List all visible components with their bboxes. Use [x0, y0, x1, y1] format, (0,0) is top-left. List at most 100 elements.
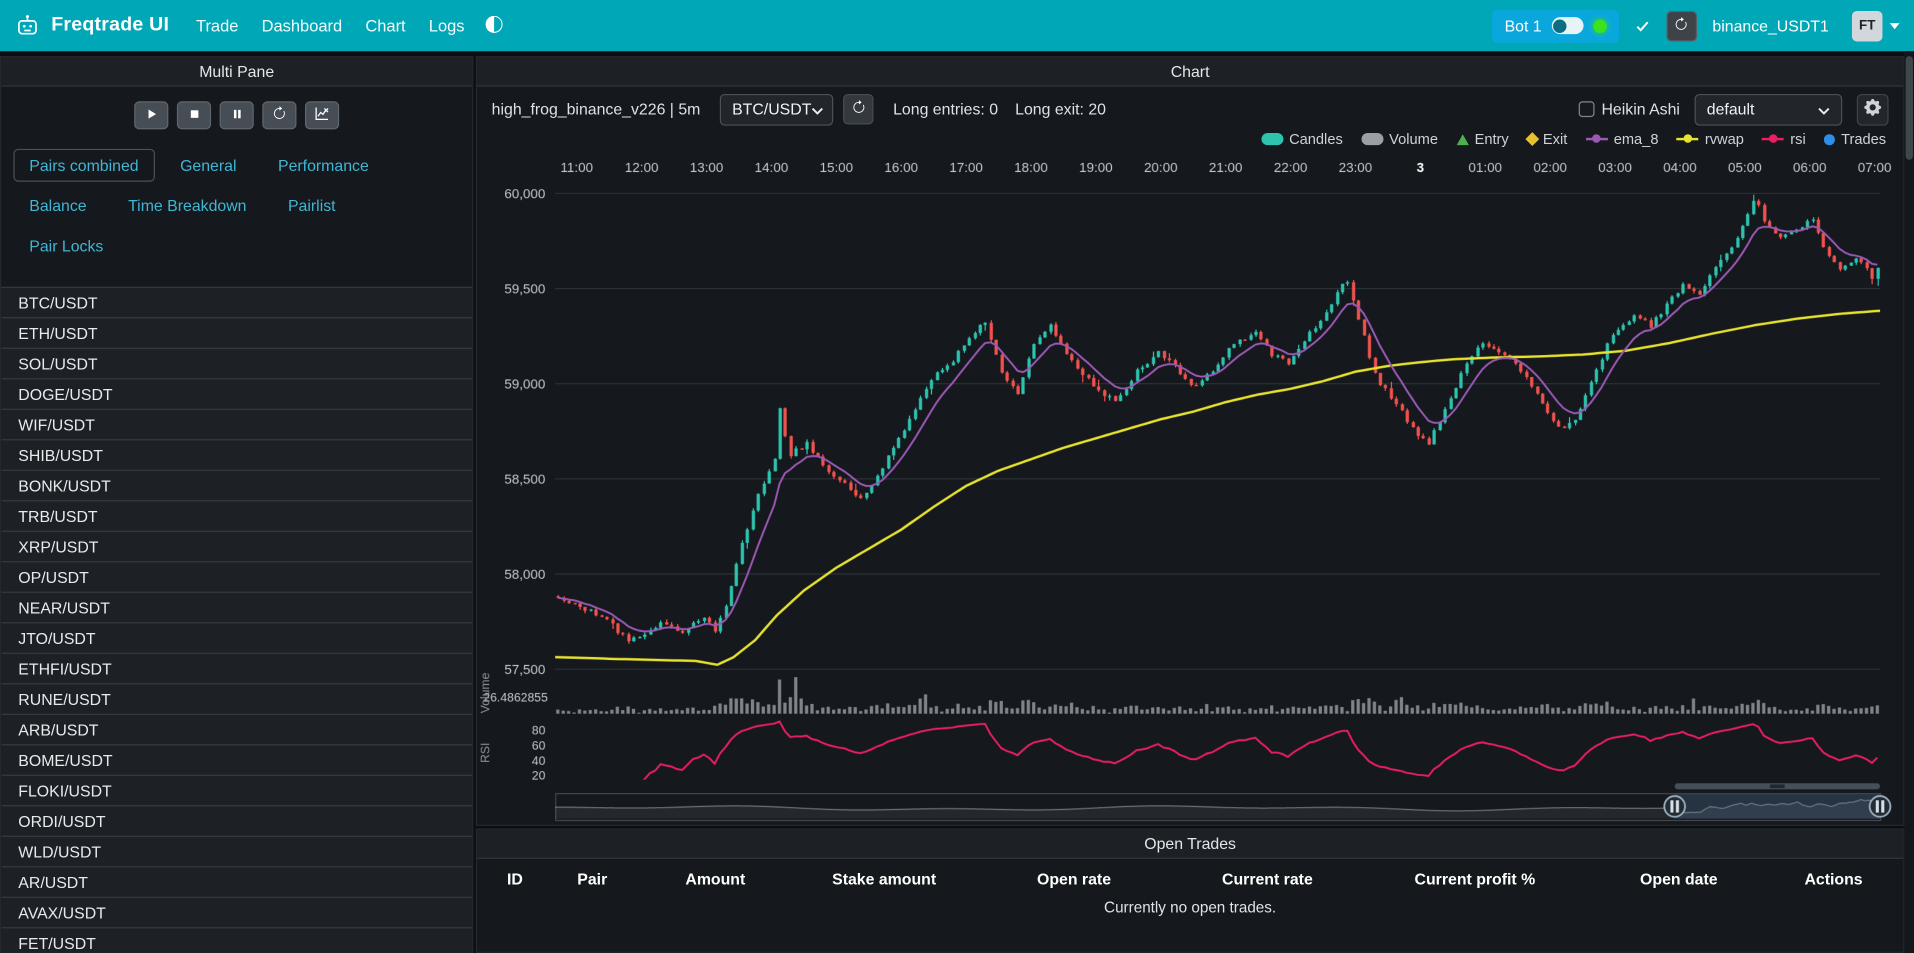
- chart-toolbar: high_frog_binance_v226 | 5m BTC/USDT Lon…: [477, 93, 1903, 126]
- tab-pairs-combined[interactable]: Pairs combined: [13, 149, 154, 182]
- pair-row[interactable]: TRB/USDT: [1, 501, 472, 531]
- tab-pairlist[interactable]: Pairlist: [272, 189, 351, 222]
- heikin-ashi-label: Heikin Ashi: [1601, 100, 1679, 118]
- legend-label: Entry: [1475, 131, 1509, 148]
- exit-swatch-icon: [1525, 132, 1539, 146]
- legend-label: ema_8: [1614, 131, 1659, 148]
- rvwap-swatch-icon: [1677, 138, 1699, 141]
- legend-item-volume[interactable]: Volume: [1361, 131, 1438, 148]
- pair-row[interactable]: FET/USDT: [1, 928, 472, 951]
- chart-toolbar-right: Heikin Ashi default: [1578, 93, 1888, 125]
- pair-row[interactable]: WIF/USDT: [1, 410, 472, 441]
- pair-row[interactable]: SOL/USDT: [1, 349, 472, 380]
- pair-row[interactable]: AVAX/USDT: [1, 898, 472, 929]
- no-open-trades-message: Currently no open trades.: [477, 895, 1903, 923]
- nav-link-chart[interactable]: Chart: [365, 16, 405, 34]
- plot-settings-button[interactable]: [1857, 93, 1889, 125]
- chart-legend: Candles Volume Entry Exit ema_8 rvwap rsi Trade…: [477, 128, 1903, 150]
- pair-row[interactable]: ARB/USDT: [1, 715, 472, 746]
- pair-row[interactable]: FLOKI/USDT: [1, 776, 472, 807]
- reload-icon: [272, 106, 287, 124]
- open-trades-columns: IDPairAmountStake amountOpen rateCurrent…: [477, 863, 1903, 896]
- multi-pane-panel: Multi Pane Pairs combined General Performa…: [0, 56, 473, 953]
- trades-swatch-icon: [1824, 134, 1835, 145]
- heikin-ashi-checkbox[interactable]: [1578, 101, 1594, 117]
- pair-row[interactable]: RUNE/USDT: [1, 684, 472, 715]
- top-navbar: Freqtrade UI Trade Dashboard Chart Logs Bot…: [0, 0, 1914, 51]
- legend-item-candles[interactable]: Candles: [1261, 131, 1343, 148]
- page-scrollbar[interactable]: [1904, 51, 1914, 953]
- legend-item-exit[interactable]: Exit: [1527, 131, 1567, 148]
- legend-item-rsi[interactable]: rsi: [1762, 131, 1806, 148]
- pair-row[interactable]: DOGE/USDT: [1, 379, 472, 410]
- legend-label: Exit: [1543, 131, 1567, 148]
- legend-item-ema-8[interactable]: ema_8: [1586, 131, 1659, 148]
- open-trades-header: Open Trades: [477, 830, 1903, 859]
- nav-link-dashboard[interactable]: Dashboard: [262, 16, 343, 34]
- legend-label: rvwap: [1705, 131, 1744, 148]
- pair-row[interactable]: WLD/USDT: [1, 837, 472, 868]
- theme-toggle-button[interactable]: [485, 15, 502, 36]
- legend-label: rsi: [1790, 131, 1805, 148]
- chart-refresh-button[interactable]: [843, 94, 874, 125]
- pair-row[interactable]: ETH/USDT: [1, 318, 472, 349]
- legend-item-trades[interactable]: Trades: [1824, 131, 1886, 148]
- pair-row[interactable]: BTC/USDT: [1, 288, 472, 319]
- reload-button[interactable]: [262, 101, 296, 129]
- pair-row[interactable]: ORDI/USDT: [1, 806, 472, 837]
- pair-row[interactable]: SHIB/USDT: [1, 440, 472, 471]
- long-exit-label: Long exit: 20: [1015, 100, 1106, 118]
- pair-row[interactable]: BOME/USDT: [1, 745, 472, 776]
- nav-link-trade[interactable]: Trade: [196, 16, 238, 34]
- bot-toggle-switch[interactable]: [1551, 17, 1583, 34]
- app-title: Freqtrade UI: [51, 15, 169, 37]
- play-button[interactable]: [134, 101, 168, 129]
- chart-panel-header: Chart: [477, 57, 1903, 86]
- column-header-open-rate: Open rate: [979, 863, 1169, 896]
- column-header-current-profit-: Current profit %: [1366, 863, 1584, 896]
- tab-time-breakdown[interactable]: Time Breakdown: [112, 189, 262, 222]
- pair-select[interactable]: BTC/USDT: [720, 93, 833, 125]
- column-header-actions: Actions: [1774, 863, 1894, 896]
- plot-config-value: default: [1707, 100, 1755, 118]
- candlestick-chart[interactable]: [477, 150, 1903, 826]
- scrollbar-thumb[interactable]: [1906, 56, 1913, 160]
- freqtrade-logo-icon: [15, 13, 41, 39]
- check-icon: [1634, 18, 1650, 34]
- legend-item-entry[interactable]: Entry: [1456, 131, 1508, 148]
- stop-button[interactable]: [177, 101, 211, 129]
- pair-row[interactable]: XRP/USDT: [1, 532, 472, 563]
- plot-config-select[interactable]: default: [1695, 93, 1843, 125]
- pair-select-value: BTC/USDT: [732, 100, 811, 118]
- main-layout: Multi Pane Pairs combined General Performa…: [0, 51, 1914, 953]
- b ot-selector[interactable]: Bot 1: [1492, 9, 1618, 42]
- multi-pane-controls: [1, 87, 472, 142]
- user-menu[interactable]: FT: [1852, 10, 1900, 41]
- tab-performance[interactable]: Performance: [262, 149, 385, 182]
- multi-pane-header: Multi Pane: [1, 57, 472, 86]
- ema-8-swatch-icon: [1586, 138, 1608, 141]
- column-header-current-rate: Current rate: [1169, 863, 1366, 896]
- pair-row[interactable]: JTO/USDT: [1, 623, 472, 654]
- tab-general[interactable]: General: [164, 149, 252, 182]
- refresh-icon: [1674, 16, 1689, 34]
- clear-chart-button[interactable]: [305, 101, 339, 129]
- volume-swatch-icon: [1361, 133, 1383, 145]
- global-refresh-button[interactable]: [1666, 10, 1697, 41]
- pair-row[interactable]: OP/USDT: [1, 562, 472, 593]
- open-trades-panel: Open Trades IDPairAmountStake amountOpen…: [476, 828, 1905, 952]
- tab-pair-locks[interactable]: Pair Locks: [13, 229, 119, 262]
- tab-balance[interactable]: Balance: [13, 189, 102, 222]
- stop-icon: [187, 106, 200, 124]
- nav-link-logs[interactable]: Logs: [429, 16, 465, 34]
- pause-button[interactable]: [220, 101, 254, 129]
- pair-row[interactable]: BONK/USDT: [1, 471, 472, 502]
- navbar-right-cluster: Bot 1 binance_USDT1 FT: [1492, 9, 1899, 42]
- pair-row[interactable]: ETHFI/USDT: [1, 654, 472, 685]
- pair-row[interactable]: NEAR/USDT: [1, 593, 472, 624]
- bot-exchange-label: binance_USDT1: [1712, 16, 1828, 34]
- legend-item-rvwap[interactable]: rvwap: [1677, 131, 1744, 148]
- pair-row[interactable]: AR/USDT: [1, 867, 472, 898]
- pause-icon: [230, 106, 243, 124]
- clear-chart-icon: [315, 106, 330, 124]
